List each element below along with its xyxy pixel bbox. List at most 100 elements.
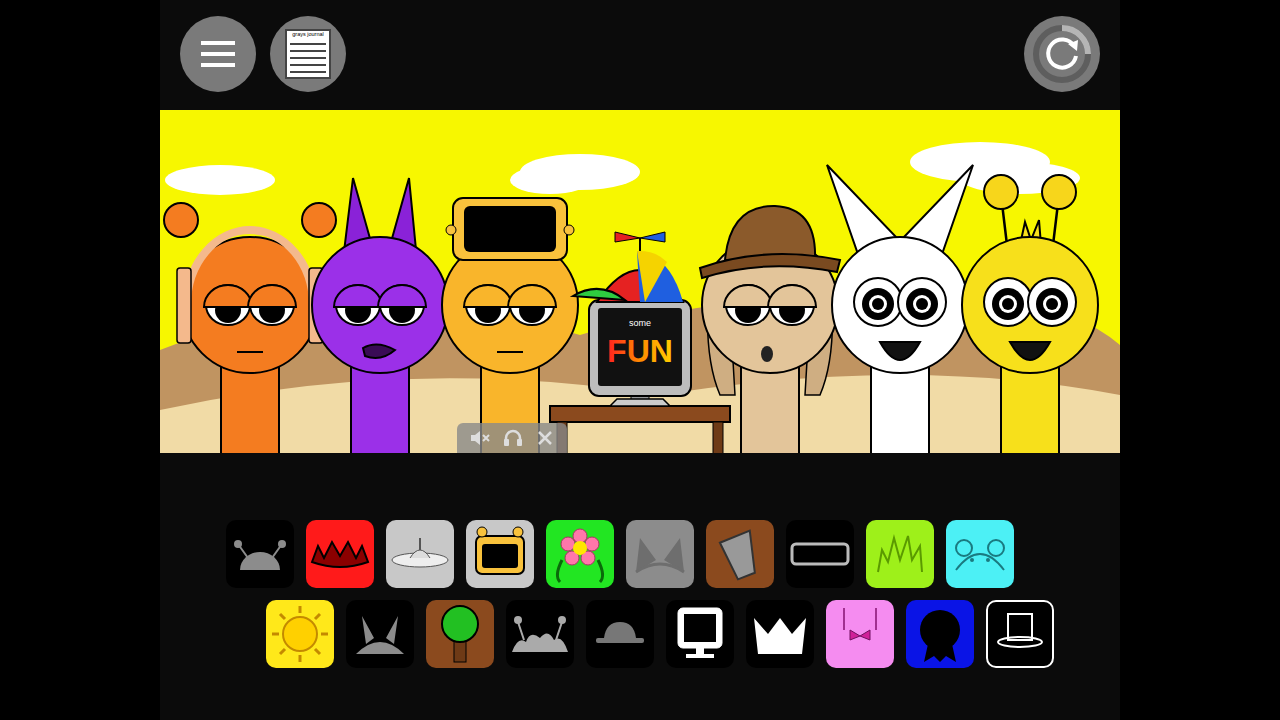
journal-icon: grays journal bbox=[285, 29, 331, 79]
cat-ears-icon bbox=[626, 520, 694, 588]
selection-ring bbox=[546, 520, 614, 588]
eyes bbox=[204, 285, 296, 325]
selection-ring bbox=[346, 600, 414, 668]
headphones-icon[interactable] bbox=[503, 429, 523, 447]
eyes bbox=[854, 278, 946, 326]
mouth bbox=[1010, 342, 1050, 360]
visor-device-icon bbox=[466, 520, 534, 588]
eyes bbox=[464, 285, 556, 325]
reset-icon bbox=[1032, 24, 1092, 84]
eyes bbox=[724, 285, 816, 325]
mouth bbox=[237, 352, 263, 353]
crown-icon bbox=[746, 600, 814, 668]
eyes bbox=[334, 285, 426, 325]
accessory-icon bbox=[984, 175, 1076, 245]
lineup: some FUN bbox=[160, 110, 1120, 453]
selection-ring bbox=[426, 600, 494, 668]
sound-controls bbox=[457, 423, 567, 453]
antennae-hair-icon bbox=[506, 600, 574, 668]
palette-item[interactable] bbox=[786, 520, 854, 588]
mouth bbox=[880, 342, 920, 360]
singer[interactable] bbox=[965, 110, 1095, 453]
selection-ring bbox=[466, 520, 534, 588]
mute-icon[interactable] bbox=[470, 429, 490, 447]
tree-icon bbox=[426, 600, 494, 668]
palette-item[interactable] bbox=[706, 520, 774, 588]
selection-ring bbox=[306, 520, 374, 588]
flower-icon bbox=[546, 520, 614, 588]
palette-item[interactable] bbox=[626, 520, 694, 588]
palette-item[interactable] bbox=[506, 600, 574, 668]
singer[interactable] bbox=[705, 110, 835, 453]
stage: some FUN bbox=[160, 110, 1120, 453]
close-icon[interactable] bbox=[536, 429, 554, 447]
selection-ring bbox=[706, 520, 774, 588]
palette-row bbox=[266, 600, 1120, 668]
selection-ring bbox=[666, 600, 734, 668]
selection-ring bbox=[226, 520, 294, 588]
bear-ears-icon bbox=[946, 520, 1014, 588]
palette-item[interactable] bbox=[466, 520, 534, 588]
palette-item[interactable] bbox=[826, 600, 894, 668]
mouth bbox=[497, 352, 523, 353]
palette-item[interactable] bbox=[946, 520, 1014, 588]
palette bbox=[160, 520, 1120, 668]
monitor-icon bbox=[666, 600, 734, 668]
selection-ring bbox=[986, 600, 1054, 668]
palette-item[interactable] bbox=[306, 520, 374, 588]
palette-item[interactable] bbox=[426, 600, 494, 668]
antennae-dome-icon bbox=[226, 520, 294, 588]
singer[interactable] bbox=[315, 110, 445, 453]
head bbox=[962, 237, 1098, 373]
palette-item[interactable] bbox=[226, 520, 294, 588]
mouth bbox=[363, 344, 395, 358]
horns-icon bbox=[346, 600, 414, 668]
palette-item[interactable] bbox=[586, 600, 654, 668]
selection-ring bbox=[266, 600, 334, 668]
palette-item[interactable] bbox=[546, 520, 614, 588]
selection-ring bbox=[866, 520, 934, 588]
screen-text: FUN bbox=[607, 333, 673, 369]
selection-ring bbox=[906, 600, 974, 668]
palette-item[interactable] bbox=[266, 600, 334, 668]
menu-button[interactable] bbox=[180, 16, 256, 92]
palette-row bbox=[226, 520, 1120, 588]
selection-ring bbox=[826, 600, 894, 668]
spiky-hair-icon bbox=[866, 520, 934, 588]
menu-icon bbox=[201, 39, 235, 69]
selection-ring bbox=[506, 600, 574, 668]
singer[interactable] bbox=[835, 110, 965, 453]
selection-ring bbox=[786, 520, 854, 588]
selection-ring bbox=[386, 520, 454, 588]
eyes bbox=[984, 278, 1076, 326]
visor-icon bbox=[786, 520, 854, 588]
reset-button[interactable] bbox=[1024, 16, 1100, 92]
mouth bbox=[761, 346, 773, 362]
selection-ring bbox=[946, 520, 1014, 588]
head bbox=[832, 237, 968, 373]
palette-item[interactable] bbox=[866, 520, 934, 588]
sun-icon bbox=[266, 600, 334, 668]
ribbon-icon bbox=[906, 600, 974, 668]
screen-text: some bbox=[629, 318, 651, 328]
journal-button[interactable]: grays journal bbox=[270, 16, 346, 92]
palette-item[interactable] bbox=[986, 600, 1054, 668]
palette-item[interactable] bbox=[666, 600, 734, 668]
computer[interactable]: some FUN bbox=[575, 110, 705, 453]
selection-ring bbox=[626, 520, 694, 588]
head bbox=[312, 237, 448, 373]
palette-item[interactable] bbox=[346, 600, 414, 668]
bow-icon bbox=[826, 600, 894, 668]
selection-ring bbox=[586, 600, 654, 668]
singer[interactable] bbox=[185, 110, 315, 453]
spikes-icon bbox=[306, 520, 374, 588]
ufo-icon bbox=[386, 520, 454, 588]
journal-label: grays journal bbox=[292, 32, 324, 38]
palette-item[interactable] bbox=[746, 600, 814, 668]
cap-icon bbox=[586, 600, 654, 668]
palette-item[interactable] bbox=[906, 600, 974, 668]
palette-item[interactable] bbox=[386, 520, 454, 588]
top-hat-icon bbox=[986, 600, 1054, 668]
singer[interactable] bbox=[445, 110, 575, 453]
selection-ring bbox=[746, 600, 814, 668]
